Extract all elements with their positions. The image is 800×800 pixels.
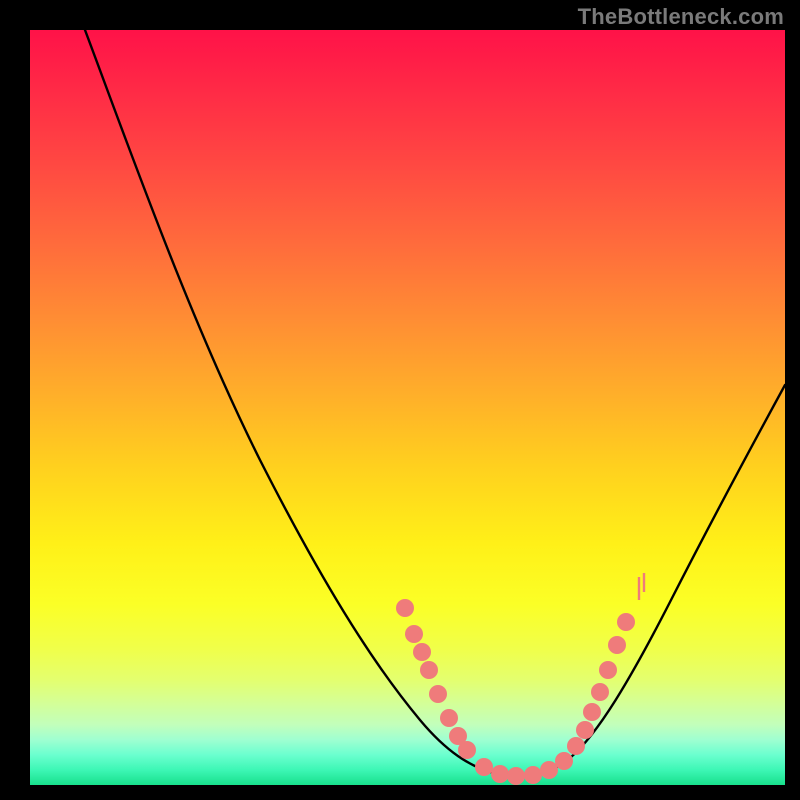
heat-gradient-background [30, 30, 785, 785]
plot-area [30, 30, 785, 785]
watermark-text: TheBottleneck.com [578, 4, 784, 30]
chart-container: TheBottleneck.com [0, 0, 800, 800]
